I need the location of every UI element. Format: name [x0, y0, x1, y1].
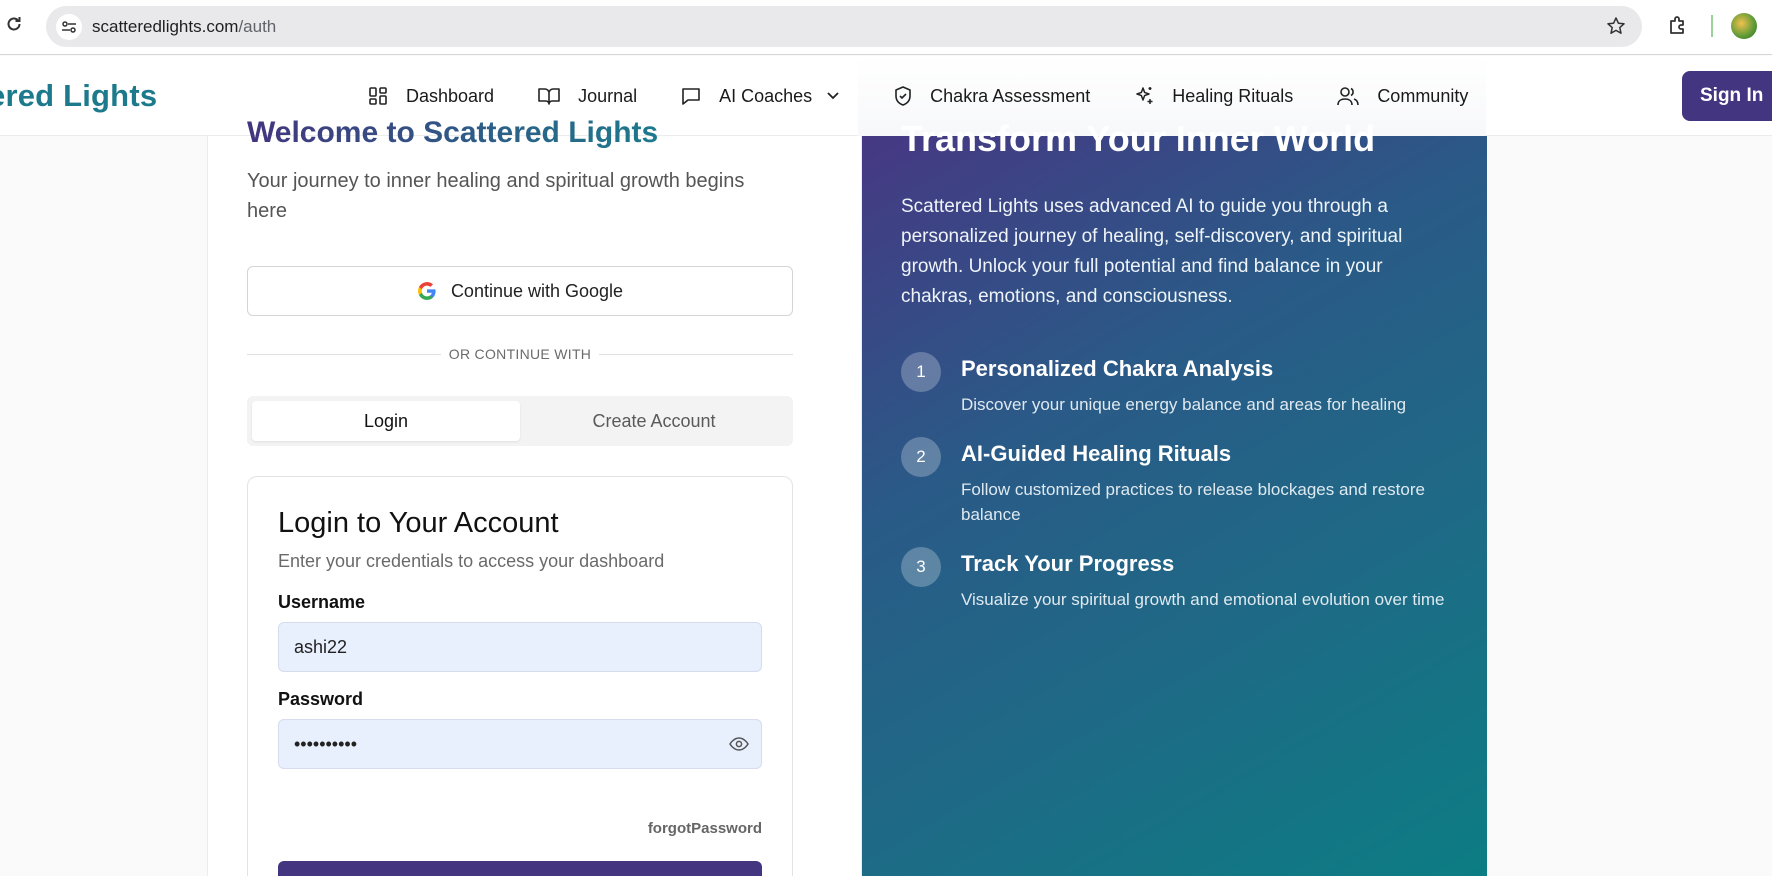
password-value: ••••••••••: [294, 733, 358, 754]
feature-title: Track Your Progress: [961, 551, 1175, 576]
nav-ai-coaches[interactable]: AI Coaches: [681, 86, 840, 107]
feature-number: 3: [901, 547, 941, 587]
nav-community-label: Community: [1377, 85, 1469, 106]
url-path: /auth: [238, 17, 277, 36]
welcome-heading: Welcome to Scattered Lights: [247, 116, 659, 149]
nav-journal-label: Journal: [578, 85, 638, 106]
tab-create-account[interactable]: Create Account: [520, 401, 788, 441]
browser-toolbar: scatteredlights.com/auth: [0, 0, 1772, 55]
sign-in-button[interactable]: Sign In: [1682, 71, 1772, 121]
feature-number: 2: [901, 437, 941, 477]
nav-chakra-assessment[interactable]: Chakra Assessment: [894, 86, 1090, 107]
feature-title: AI-Guided Healing Rituals: [961, 441, 1232, 466]
dashboard-icon: [369, 87, 387, 105]
show-password-eye-icon[interactable]: [729, 735, 749, 758]
nav-healing-rituals[interactable]: Healing Rituals: [1134, 86, 1293, 107]
nav-dashboard-label: Dashboard: [406, 85, 495, 106]
password-label: Password: [278, 689, 364, 709]
sparkles-icon: [1136, 87, 1153, 104]
book-icon: [538, 88, 560, 105]
login-subtitle: Enter your credentials to access your da…: [278, 551, 665, 571]
reload-icon[interactable]: [4, 14, 24, 34]
shield-icon: [895, 86, 911, 106]
login-submit-button[interactable]: [278, 861, 762, 876]
welcome-subtitle: Your journey to inner healing and spirit…: [247, 170, 745, 222]
nav-ai-coaches-label: AI Coaches: [719, 85, 813, 106]
feature-description: Discover your unique energy balance and …: [961, 395, 1407, 414]
panel-intro: Scattered Lights uses advanced AI to gui…: [901, 196, 1403, 307]
forgot-password-link[interactable]: forgotPassword: [648, 820, 762, 837]
auth-tabs: Login Create Account: [247, 396, 793, 446]
continue-with-google-button[interactable]: Continue with Google: [247, 266, 793, 316]
feature-description: Follow customized practices to release b…: [961, 480, 1425, 524]
auth-card: Welcome to Scattered Lights Your journey…: [207, 116, 862, 876]
bookmark-star-icon[interactable]: [1606, 16, 1626, 41]
url-text: scatteredlights.com/auth: [92, 17, 276, 37]
username-label: Username: [278, 592, 366, 612]
google-button-label: Continue with Google: [450, 280, 624, 301]
feature-panel: Transform Your Inner World Scattered Lig…: [862, 118, 1487, 876]
brand-logo[interactable]: ered Lights: [0, 78, 157, 114]
tab-login[interactable]: Login: [252, 401, 520, 441]
google-icon: [417, 282, 436, 300]
panel-title: Transform Your Inner World: [901, 118, 1376, 159]
address-bar[interactable]: scatteredlights.com/auth: [46, 6, 1642, 47]
divider-line-right: [599, 354, 793, 355]
url-host: scatteredlights.com: [92, 17, 239, 36]
site-settings-icon[interactable]: [56, 14, 82, 40]
nav-healing-rituals-label: Healing Rituals: [1172, 85, 1294, 106]
nav-community[interactable]: Community: [1337, 86, 1468, 107]
chevron-down-icon[interactable]: [826, 91, 840, 101]
toolbar-divider: [1711, 15, 1713, 37]
or-divider: OR CONTINUE WITH: [247, 346, 793, 362]
nav-journal[interactable]: Journal: [538, 86, 637, 107]
password-input[interactable]: ••••••••••: [278, 719, 762, 769]
nav-dashboard[interactable]: Dashboard: [368, 86, 494, 107]
users-icon: [1337, 87, 1360, 106]
login-form: Login to Your Account Enter your credent…: [247, 476, 793, 876]
username-input[interactable]: ashi22: [278, 622, 762, 672]
feature-title: Personalized Chakra Analysis: [961, 356, 1274, 381]
feature-number: 1: [901, 352, 941, 392]
feature-description: Visualize your spiritual growth and emot…: [961, 590, 1445, 609]
username-value: ashi22: [294, 636, 348, 657]
extensions-icon[interactable]: [1667, 14, 1689, 41]
nav-chakra-assessment-label: Chakra Assessment: [930, 85, 1091, 106]
login-title: Login to Your Account: [278, 507, 559, 539]
profile-avatar[interactable]: [1731, 13, 1757, 39]
chat-icon: [682, 88, 700, 105]
